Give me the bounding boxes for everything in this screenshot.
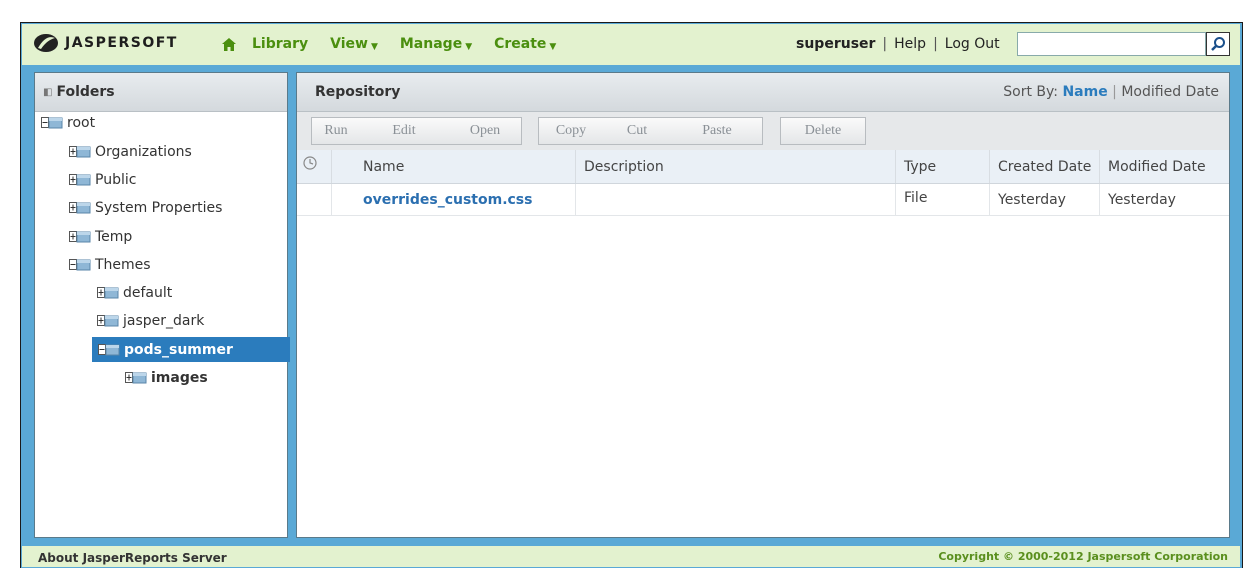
sort-modified-link[interactable]: Modified Date xyxy=(1121,84,1219,100)
logout-link[interactable]: Log Out xyxy=(945,36,1000,52)
col-description[interactable]: Description xyxy=(575,150,895,183)
paste-button[interactable]: Paste xyxy=(672,117,763,145)
nav-library[interactable]: Library xyxy=(252,36,308,52)
help-link[interactable]: Help xyxy=(894,36,926,52)
repository-panel: Repository Sort By: Name | Modified Date… xyxy=(296,72,1230,538)
sort-name-link[interactable]: Name xyxy=(1062,84,1107,100)
tree-item-temp[interactable]: Temp xyxy=(69,226,132,248)
tree-item-label: Public xyxy=(95,172,137,188)
row-modified: Yesterday xyxy=(1099,184,1229,215)
run-button[interactable]: Run xyxy=(311,117,361,145)
tree-item-label: images xyxy=(151,370,208,386)
tree-item-root[interactable]: root xyxy=(41,112,95,134)
sort-label: Sort By: xyxy=(1003,84,1059,100)
folder-icon[interactable] xyxy=(125,371,147,385)
tree-item-jasper-dark[interactable]: jasper_dark xyxy=(97,310,204,332)
folders-title: Folders xyxy=(56,84,115,100)
folder-icon[interactable] xyxy=(69,230,91,244)
jaspersoft-logo[interactable]: JASPERSOFT xyxy=(33,32,178,54)
tree-item-default[interactable]: default xyxy=(97,282,172,304)
folder-icon[interactable] xyxy=(69,173,91,187)
copy-button[interactable]: Copy xyxy=(538,117,604,145)
col-type[interactable]: Type xyxy=(895,150,989,183)
grid-header: Name Description Type Created Date Modif… xyxy=(297,150,1229,184)
nav-view[interactable]: View ▼ xyxy=(330,36,378,52)
tree-item-label: root xyxy=(67,115,96,131)
tree-item-label: default xyxy=(123,285,173,301)
folder-icon[interactable] xyxy=(69,201,91,215)
logo-text: JASPERSOFT xyxy=(65,35,178,51)
folder-open-icon[interactable] xyxy=(98,343,120,357)
nav-create-label: Create xyxy=(494,36,547,52)
row-type: File xyxy=(895,184,989,215)
folders-header: ◧ Folders xyxy=(35,73,287,112)
folder-open-icon[interactable] xyxy=(69,258,91,272)
open-button[interactable]: Open xyxy=(449,117,522,145)
folder-icon[interactable] xyxy=(69,145,91,159)
search-input[interactable] xyxy=(1017,32,1206,56)
col-modified-date[interactable]: Modified Date xyxy=(1099,150,1229,183)
footer: About JasperReports Server Copyright © 2… xyxy=(22,546,1240,567)
separator: | xyxy=(882,36,888,52)
edit-button[interactable]: Edit xyxy=(359,117,450,145)
separator: | xyxy=(1112,84,1117,100)
clock-icon xyxy=(297,150,331,183)
col-created-date[interactable]: Created Date xyxy=(989,150,1099,183)
repository-toolbar: Run Edit Open Copy Cut Paste Delete xyxy=(297,112,1229,151)
col-name[interactable]: Name xyxy=(355,150,575,183)
folder-open-icon[interactable] xyxy=(41,116,63,130)
search-button[interactable] xyxy=(1206,32,1230,56)
top-bar: JASPERSOFT Library View ▼ Manage ▼ Create ▼… xyxy=(22,24,1240,65)
tree-item-label: Temp xyxy=(95,229,133,245)
tree-item-label: Organizations xyxy=(95,144,192,160)
tree-item-organizations[interactable]: Organizations xyxy=(69,141,192,163)
nav-library-label: Library xyxy=(252,36,309,52)
tree-item-label: Themes xyxy=(95,257,151,273)
tree-item-label: pods_summer xyxy=(124,341,233,358)
nav-manage[interactable]: Manage ▼ xyxy=(400,36,472,52)
tree-item-images[interactable]: images xyxy=(125,367,208,389)
cut-button[interactable]: Cut xyxy=(602,117,673,145)
row-status-cell xyxy=(297,184,331,215)
folder-icon[interactable] xyxy=(97,314,119,328)
folder-icon[interactable] xyxy=(97,286,119,300)
about-link[interactable]: About JasperReports Server xyxy=(38,551,227,565)
tree-item-label: jasper_dark xyxy=(123,313,205,329)
table-row[interactable]: overrides_custom.css File Yesterday Yest… xyxy=(297,184,1229,216)
copyright: Copyright © 2000-2012 Jaspersoft Corpora… xyxy=(938,550,1228,563)
separator: | xyxy=(933,36,938,52)
repository-title: Repository xyxy=(315,84,401,100)
select-column xyxy=(331,150,348,183)
tree-item-pods-summer[interactable]: pods_summer xyxy=(92,337,290,362)
username: superuser xyxy=(796,36,876,52)
row-description xyxy=(575,184,895,215)
sort-by: Sort By: Name | Modified Date xyxy=(1003,84,1229,100)
user-links: superuser | Help | Log Out xyxy=(796,36,1000,52)
nav-view-label: View xyxy=(330,36,368,52)
row-name[interactable]: overrides_custom.css xyxy=(355,184,575,215)
row-created: Yesterday xyxy=(989,184,1099,215)
repository-header: Repository Sort By: Name | Modified Date xyxy=(297,73,1229,112)
search-icon xyxy=(1211,37,1225,51)
tree-item-public[interactable]: Public xyxy=(69,169,136,191)
edit-label: Edit xyxy=(392,123,416,138)
nav-create[interactable]: Create ▼ xyxy=(494,36,556,52)
chevron-down-icon: ▼ xyxy=(465,41,473,52)
tree-item-label: System Properties xyxy=(95,200,223,216)
main-nav: Library View ▼ Manage ▼ Create ▼ xyxy=(222,36,578,52)
tree-item-system-properties[interactable]: System Properties xyxy=(69,197,222,219)
chevron-down-icon: ▼ xyxy=(549,41,557,52)
jaspersoft-logo-icon xyxy=(34,34,58,52)
nav-manage-label: Manage xyxy=(399,36,463,52)
delete-button[interactable]: Delete xyxy=(780,117,866,145)
home-icon[interactable] xyxy=(222,37,236,51)
folders-panel: ◧ Folders root Organizations Public System … xyxy=(34,72,290,538)
row-select-cell[interactable] xyxy=(331,184,348,215)
tree-item-themes[interactable]: Themes xyxy=(69,254,151,276)
panel-collapse-icon[interactable]: ◧ xyxy=(43,87,52,98)
chevron-down-icon: ▼ xyxy=(370,41,378,52)
